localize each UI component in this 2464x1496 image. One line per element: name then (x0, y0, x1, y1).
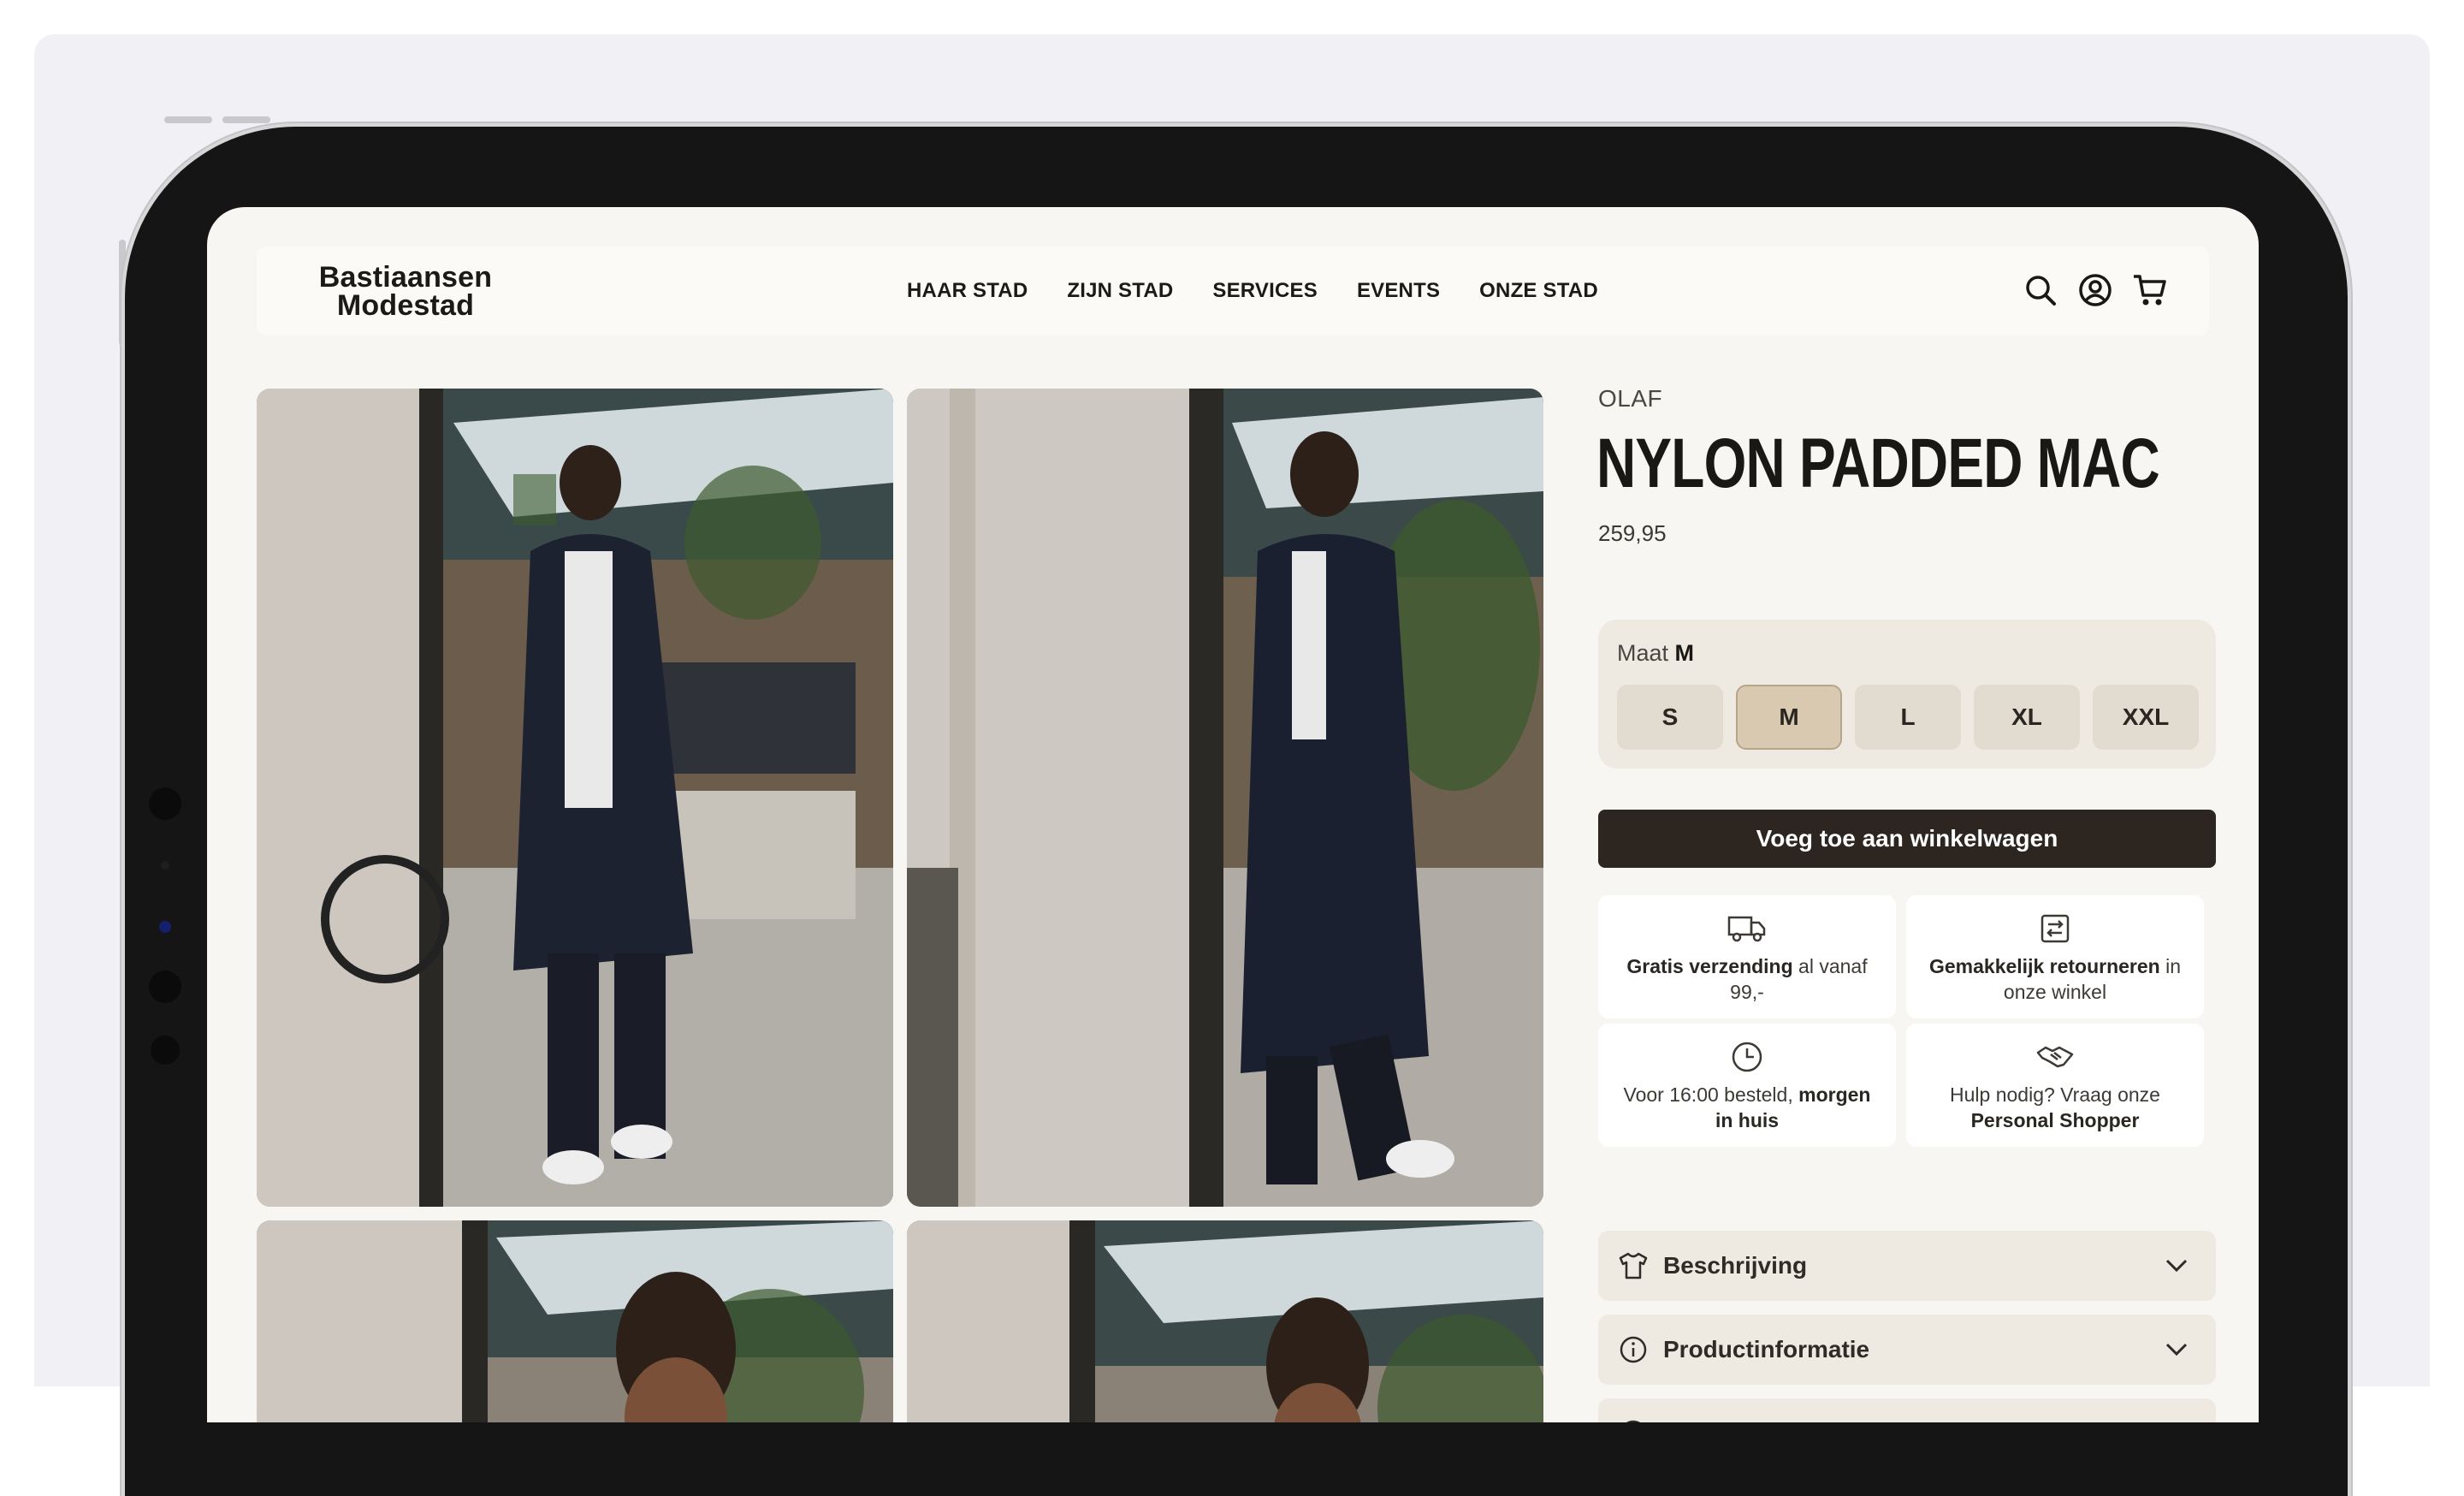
info-icon (1617, 1333, 1650, 1366)
camera-sensor (151, 1036, 180, 1065)
product-photo-3[interactable] (257, 1220, 893, 1422)
feature-free-shipping: Gratis verzending al vanaf 99,- (1598, 895, 1896, 1018)
product-price: 259,95 (1598, 520, 1667, 546)
return-icon (1906, 911, 2204, 947)
feature-text: Gratis verzending al vanaf 99,- (1617, 953, 1877, 1005)
site-header: Bastiaansen Modestad HAAR STAD ZIJN STAD… (257, 246, 2209, 335)
size-label: Maat M (1617, 640, 1694, 667)
brand-icon (1617, 1417, 1650, 1422)
product-photo-4[interactable] (907, 1220, 1543, 1422)
size-label-text: Maat (1617, 640, 1669, 666)
accordion-product-info[interactable]: Productinformatie (1598, 1315, 2216, 1385)
logo-line-1: Bastiaansen (318, 261, 493, 294)
webshop-screen: Bastiaansen Modestad HAAR STAD ZIJN STAD… (207, 207, 2259, 1422)
accordion-brand[interactable] (1598, 1398, 2216, 1422)
feature-text: Voor 16:00 besteld, morgen in huis (1617, 1082, 1877, 1133)
logo-line-2: Modestad (336, 289, 475, 322)
camera-lens (159, 921, 171, 933)
camera-sensor (149, 787, 181, 820)
add-to-cart-button[interactable]: Voeg toe aan winkelwagen (1598, 810, 2216, 868)
nav-events[interactable]: EVENTS (1357, 276, 1440, 306)
feature-text: Hulp nodig? Vraag onze Personal Shopper (1925, 1082, 2185, 1133)
site-logo[interactable]: Bastiaansen Modestad (294, 261, 517, 322)
nav-haar-stad[interactable]: HAAR STAD (907, 276, 1028, 306)
size-option-s[interactable]: S (1617, 685, 1723, 750)
accordion-label: Productinformatie (1663, 1336, 1870, 1362)
feature-easy-returns: Gemakkelijk retourneren in onze winkel (1906, 895, 2204, 1018)
feature-text: Gemakkelijk retourneren in onze winkel (1925, 953, 2185, 1005)
feature-rest: Voor 16:00 besteld, (1623, 1083, 1799, 1106)
product-photo-1[interactable] (257, 389, 893, 1207)
size-options: S M L XL XXL (1617, 685, 2199, 750)
feature-bold: Gratis verzending (1626, 955, 1793, 977)
handshake-icon (1906, 1039, 2204, 1075)
nav-services[interactable]: SERVICES (1212, 276, 1318, 306)
search-icon[interactable] (2023, 272, 2058, 308)
truck-icon (1598, 911, 1896, 947)
nav-onze-stad[interactable]: ONZE STAD (1479, 276, 1598, 306)
header-actions (2023, 272, 2168, 308)
feature-personal-shopper[interactable]: Hulp nodig? Vraag onze Personal Shopper (1906, 1024, 2204, 1147)
product-brand[interactable]: OLAF (1598, 385, 1662, 413)
selected-size-value: M (1674, 640, 1695, 666)
product-photo-2[interactable] (907, 389, 1543, 1207)
device-button (222, 116, 270, 123)
camera-sensor (161, 861, 169, 870)
size-option-xxl[interactable]: XXL (2093, 685, 2199, 750)
accordion-description[interactable]: Beschrijving (1598, 1231, 2216, 1301)
feature-next-day: Voor 16:00 besteld, morgen in huis (1598, 1024, 1896, 1147)
chevron-down-icon[interactable] (2163, 1251, 2190, 1283)
device-button (164, 116, 212, 123)
size-selector: Maat M S M L XL XXL (1598, 620, 2216, 769)
clock-icon (1598, 1039, 1896, 1075)
accordion-label: Beschrijving (1663, 1252, 1808, 1279)
size-option-l[interactable]: L (1855, 685, 1961, 750)
account-icon[interactable] (2077, 272, 2113, 308)
feature-bold: Gemakkelijk retourneren (1928, 955, 2160, 977)
size-option-xl[interactable]: XL (1974, 685, 2080, 750)
size-option-m[interactable]: M (1736, 685, 1842, 750)
camera-sensor (149, 971, 181, 1003)
feature-rest: Hulp nodig? Vraag onze (1950, 1083, 2160, 1106)
main-navigation: HAAR STAD ZIJN STAD SERVICES EVENTS ONZE… (907, 276, 1598, 306)
cart-icon[interactable] (2132, 272, 2168, 308)
shirt-icon (1617, 1250, 1650, 1282)
product-title: NYLON PADDED MAC (1596, 424, 2160, 502)
feature-bold: Personal Shopper (1970, 1109, 2140, 1131)
chevron-down-icon[interactable] (2163, 1335, 2190, 1367)
nav-zijn-stad[interactable]: ZIJN STAD (1067, 276, 1173, 306)
